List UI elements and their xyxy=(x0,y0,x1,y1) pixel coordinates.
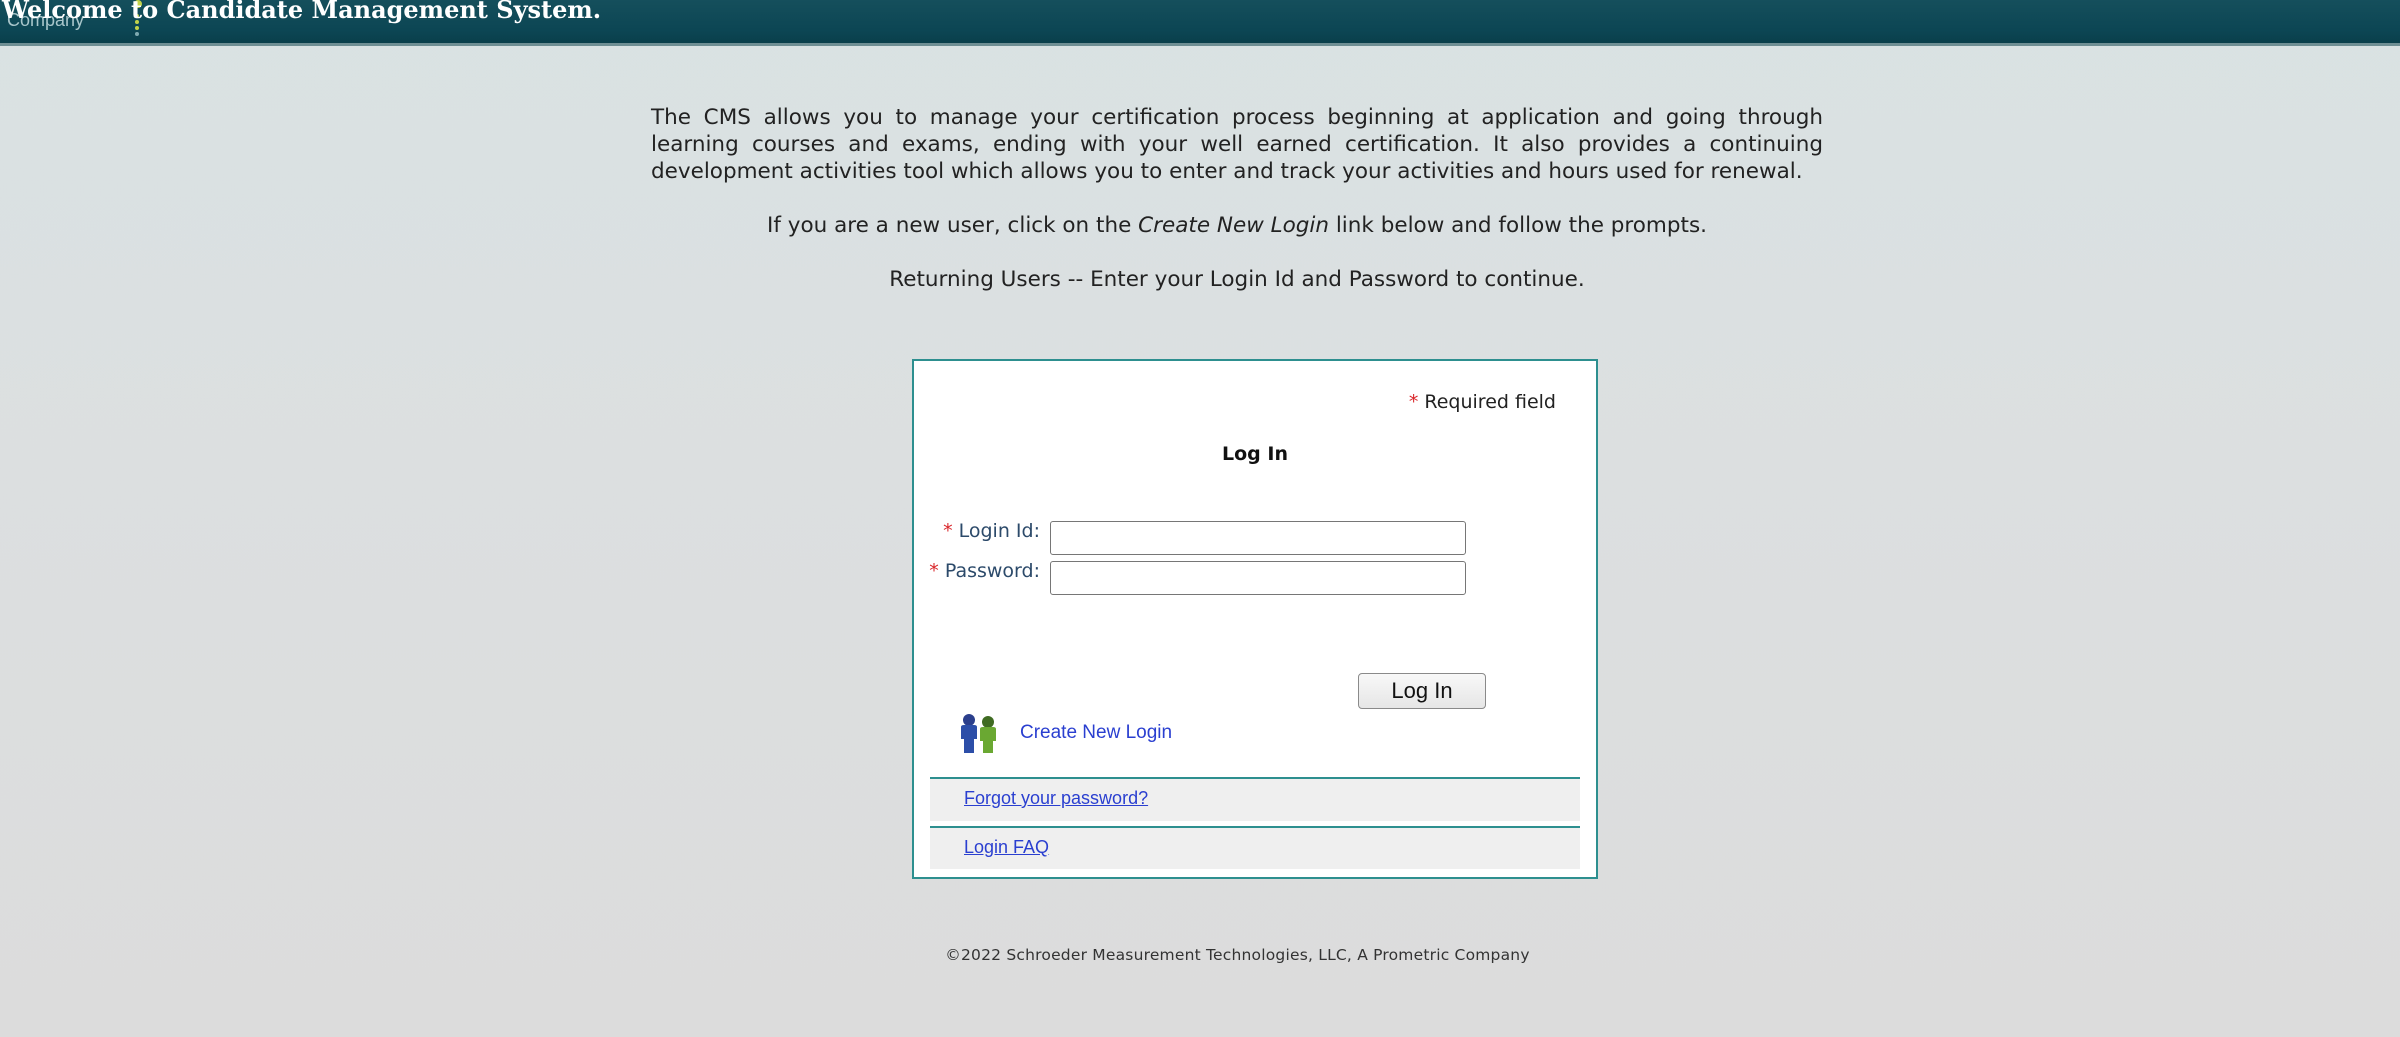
returning-user-instructions: Returning Users -- Enter your Login Id a… xyxy=(889,267,1585,292)
create-new-login-link[interactable]: Create New Login xyxy=(1020,722,1172,744)
login-faq-link[interactable]: Login FAQ xyxy=(964,837,1049,858)
new-user-instructions: If you are a new user, click on the Crea… xyxy=(651,212,1823,239)
instruction-emphasis: Create New Login xyxy=(1138,213,1329,238)
login-faq-row: Login FAQ xyxy=(930,826,1580,869)
password-row: * Password: xyxy=(914,559,1596,595)
forgot-password-row: Forgot your password? xyxy=(930,777,1580,821)
password-label-text: Password: xyxy=(944,560,1040,582)
copyright-footer: ©2022 Schroeder Measurement Technologies… xyxy=(945,946,1530,964)
instruction-text: If you are a new user, click on the xyxy=(767,213,1139,238)
instruction-text-end: link below and follow the prompts. xyxy=(1329,213,1707,238)
required-field-text: Required field xyxy=(1424,391,1556,413)
intro-text: The CMS allows you to manage your certif… xyxy=(651,104,1823,293)
required-field-note: * Required field xyxy=(1409,391,1556,413)
header-bar: Company Welcome to Candidate Management … xyxy=(0,0,2400,46)
login-id-label: * Login Id: xyxy=(943,520,1040,542)
login-id-label-text: Login Id: xyxy=(958,520,1040,542)
password-label: * Password: xyxy=(929,560,1040,582)
required-star: * xyxy=(929,560,939,582)
login-title: Log In xyxy=(1222,443,1288,465)
login-id-input[interactable] xyxy=(1050,521,1466,555)
intro-paragraph: The CMS allows you to manage your certif… xyxy=(651,105,1823,184)
required-star: * xyxy=(1408,391,1419,413)
login-id-row: * Login Id: xyxy=(914,519,1596,555)
login-panel: * Required field Log In * Login Id: * Pa… xyxy=(912,359,1598,879)
login-button[interactable]: Log In xyxy=(1358,673,1486,709)
page-title: Welcome to Candidate Management System. xyxy=(2,0,602,24)
forgot-password-link[interactable]: Forgot your password? xyxy=(964,788,1148,809)
people-icon[interactable] xyxy=(958,713,1000,753)
required-star: * xyxy=(943,520,953,542)
password-input[interactable] xyxy=(1050,561,1466,595)
